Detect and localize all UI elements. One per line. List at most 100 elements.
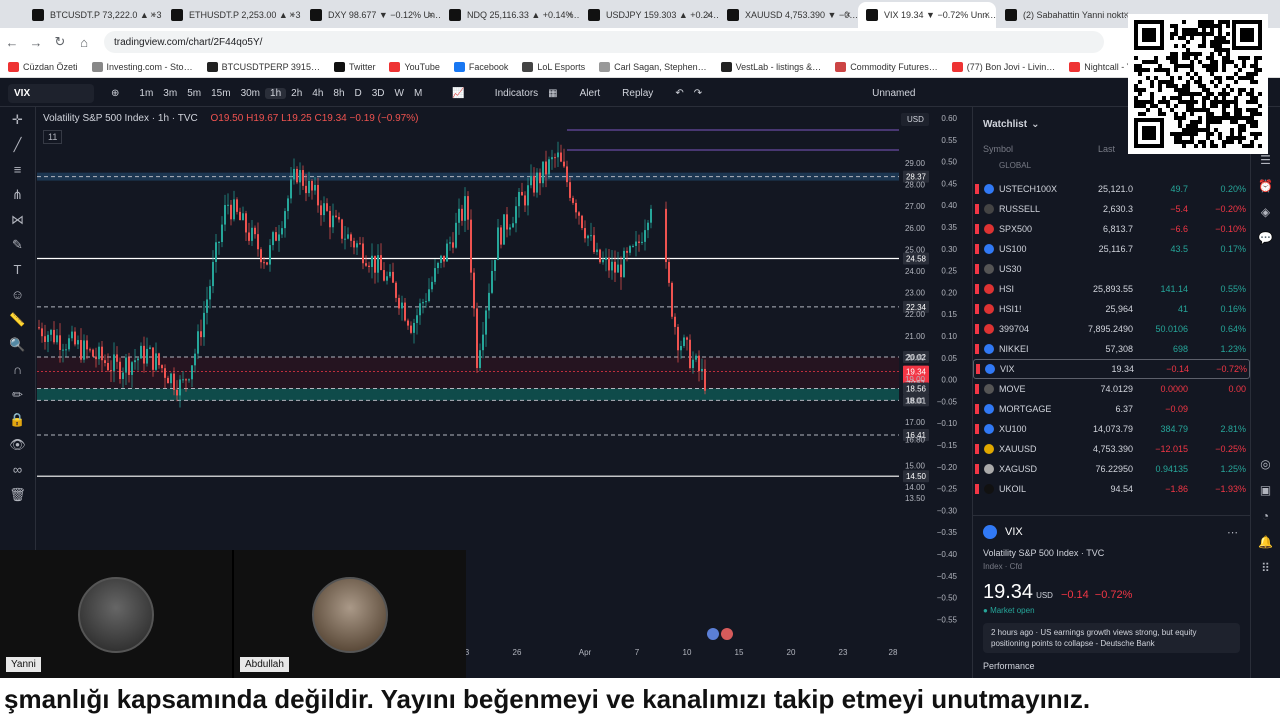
interval-1h[interactable]: 1h xyxy=(265,87,287,99)
pattern-icon[interactable]: ⋈ xyxy=(0,207,35,232)
news-item[interactable]: 2 hours ago · US earnings growth views s… xyxy=(983,623,1240,653)
home-icon[interactable]: ⌂ xyxy=(72,35,96,50)
watchlist-row[interactable]: HSI1! 25,964 41 0.16% xyxy=(973,299,1250,319)
symbol-search-input[interactable]: VIX xyxy=(8,83,94,103)
redo-icon[interactable]: ↷ xyxy=(689,88,707,99)
interval-M[interactable]: M xyxy=(409,88,427,99)
bookmark-item[interactable]: YouTube xyxy=(389,61,440,72)
ruler-icon[interactable]: 📏 xyxy=(0,307,35,332)
bookmark-item[interactable]: (77) Bon Jovi - Livin… xyxy=(951,61,1055,72)
trend-line-icon[interactable]: ╱ xyxy=(0,132,35,157)
layers-icon[interactable]: ◈ xyxy=(1251,199,1280,225)
watchlist-row[interactable]: MOVE 74.0129 0.0000 0.00 xyxy=(973,379,1250,399)
bookmark-item[interactable]: BTCUSDTPERP 3915… xyxy=(206,61,320,72)
interval-5m[interactable]: 5m xyxy=(182,88,206,99)
watchlist-row[interactable]: RUSSELL 2,630.3 −5.4 −0.20% xyxy=(973,199,1250,219)
rss-icon[interactable]: ◔ xyxy=(1251,503,1280,529)
browser-tab[interactable]: BTCUSDT.P 73,222.0 ▲ +3… × xyxy=(24,2,162,28)
eye-icon[interactable]: 👁 xyxy=(0,432,35,457)
magnet-icon[interactable]: ∩ xyxy=(0,357,35,382)
bookmark-item[interactable]: Carl Sagan, Stephen… xyxy=(599,61,707,72)
indicators-button[interactable]: Indicators xyxy=(490,88,543,99)
alert-button[interactable]: Alert xyxy=(575,88,606,99)
interval-1m[interactable]: 1m xyxy=(134,88,158,99)
back-icon[interactable]: ← xyxy=(0,35,24,50)
watchlist-row[interactable]: NIKKEI 57,308 698 1.23% xyxy=(973,339,1250,359)
browser-tab[interactable]: VIX 19.34 ▼ −0.72% Unn… × xyxy=(858,2,996,28)
watchlist-row[interactable]: HSI 25,893.55 141.14 0.55% xyxy=(973,279,1250,299)
alerts-icon[interactable]: ⏰ xyxy=(1251,173,1280,199)
bell-icon[interactable]: 🔔 xyxy=(1251,529,1280,555)
interval-W[interactable]: W xyxy=(390,88,409,99)
text-icon[interactable]: T xyxy=(0,257,35,282)
watchlist-row[interactable]: US30 xyxy=(973,259,1250,279)
event-flag-icon[interactable] xyxy=(721,628,733,640)
more-icon[interactable]: ⋯ xyxy=(1227,526,1238,539)
bookmark-item[interactable]: Commodity Futures… xyxy=(835,61,938,72)
interval-D[interactable]: D xyxy=(350,88,367,99)
trash-icon[interactable]: 🗑 xyxy=(0,482,35,507)
link-icon[interactable]: ∞ xyxy=(0,457,35,482)
watchlist-row[interactable]: 399704 7,895.2490 50.0106 0.64% xyxy=(973,319,1250,339)
watchlist-row[interactable]: MORTGAGE 6.37 −0.09 xyxy=(973,399,1250,419)
chart-type-icon[interactable]: 📈 xyxy=(447,88,469,99)
emoji-icon[interactable]: ☺ xyxy=(0,282,35,307)
watchlist-row[interactable]: VIX 19.34 −0.14 −0.72% xyxy=(973,359,1250,379)
layout-grid-icon[interactable]: ▦ xyxy=(543,88,562,99)
close-tab-icon[interactable]: × xyxy=(150,10,156,21)
watchlist-row[interactable]: USTECH100X 25,121.0 49.7 0.20% xyxy=(973,179,1250,199)
target-icon[interactable]: ◎ xyxy=(1251,451,1280,477)
browser-tab[interactable]: DXY 98.677 ▼ −0.12% Un… × xyxy=(302,2,440,28)
section-label[interactable]: GLOBAL xyxy=(973,161,1250,175)
close-tab-icon[interactable]: × xyxy=(845,10,851,21)
calendar-icon[interactable]: ▣ xyxy=(1251,477,1280,503)
replay-button[interactable]: Replay xyxy=(617,88,658,99)
brush-icon[interactable]: ✎ xyxy=(0,232,35,257)
close-tab-icon[interactable]: × xyxy=(567,10,573,21)
currency-selector[interactable]: USD xyxy=(901,113,929,126)
chat-icon[interactable]: 💬 xyxy=(1251,225,1280,251)
watchlist-row[interactable]: XAGUSD 76.22950 0.94135 1.25% xyxy=(973,459,1250,479)
undo-icon[interactable]: ↶ xyxy=(670,88,688,99)
bookmark-item[interactable]: Cüzdan Özeti xyxy=(8,61,78,72)
lock-icon[interactable]: 🔒 xyxy=(0,407,35,432)
pitchfork-icon[interactable]: ⋔ xyxy=(0,182,35,207)
zoom-icon[interactable]: 🔍 xyxy=(0,332,35,357)
forward-icon[interactable]: → xyxy=(24,35,48,50)
indicator-count[interactable]: 11 xyxy=(43,130,63,144)
lock-drawing-icon[interactable]: ✏ xyxy=(0,382,35,407)
browser-tab[interactable]: XAUUSD 4,753.390 ▼ −0… × xyxy=(719,2,857,28)
interval-30m[interactable]: 30m xyxy=(236,88,265,99)
fib-icon[interactable]: ≡ xyxy=(0,157,35,182)
interval-3m[interactable]: 3m xyxy=(158,88,182,99)
col-last[interactable]: Last xyxy=(1098,144,1115,154)
watchlist-row[interactable]: UKOIL 94.54 −1.86 −1.93% xyxy=(973,479,1250,499)
address-field[interactable]: tradingview.com/chart/2F44qo5Y/ xyxy=(104,31,1104,53)
close-tab-icon[interactable]: × xyxy=(428,10,434,21)
interval-3D[interactable]: 3D xyxy=(367,88,390,99)
interval-2h[interactable]: 2h xyxy=(286,88,307,99)
browser-tab[interactable]: NDQ 25,116.33 ▲ +0.14%… × xyxy=(441,2,579,28)
close-tab-icon[interactable]: × xyxy=(706,10,712,21)
cursor-icon[interactable]: ✛ xyxy=(0,107,35,132)
watchlist-row[interactable]: XU100 14,073.79 384.79 2.81% xyxy=(973,419,1250,439)
event-flag-icon[interactable] xyxy=(707,628,719,640)
reload-icon[interactable]: ↻ xyxy=(48,34,72,50)
bookmark-item[interactable]: Investing.com - Sto… xyxy=(91,61,193,72)
detail-name[interactable]: Volatility S&P 500 Index xyxy=(983,548,1078,558)
layout-name[interactable]: Unnamed xyxy=(867,88,920,99)
watchlist-row[interactable]: US100 25,116.7 43.5 0.17% xyxy=(973,239,1250,259)
interval-15m[interactable]: 15m xyxy=(206,88,235,99)
col-symbol[interactable]: Symbol xyxy=(983,144,1098,154)
bookmark-item[interactable]: LoL Esports xyxy=(522,61,585,72)
watchlist-row[interactable]: SPX500 6,813.7 −6.6 −0.10% xyxy=(973,219,1250,239)
interval-4h[interactable]: 4h xyxy=(307,88,328,99)
browser-tab[interactable]: USDJPY 159.303 ▲ +0.24… × xyxy=(580,2,718,28)
bookmark-item[interactable]: Facebook xyxy=(453,61,508,72)
close-tab-icon[interactable]: × xyxy=(289,10,295,21)
bookmark-item[interactable]: VestLab - listings &… xyxy=(720,61,821,72)
browser-tab[interactable]: (2) Sabahattin Yanni nokt… × xyxy=(997,2,1135,28)
watchlist-row[interactable]: XAUUSD 4,753.390 −12.015 −0.25% xyxy=(973,439,1250,459)
interval-8h[interactable]: 8h xyxy=(328,88,349,99)
close-tab-icon[interactable]: × xyxy=(984,10,990,21)
